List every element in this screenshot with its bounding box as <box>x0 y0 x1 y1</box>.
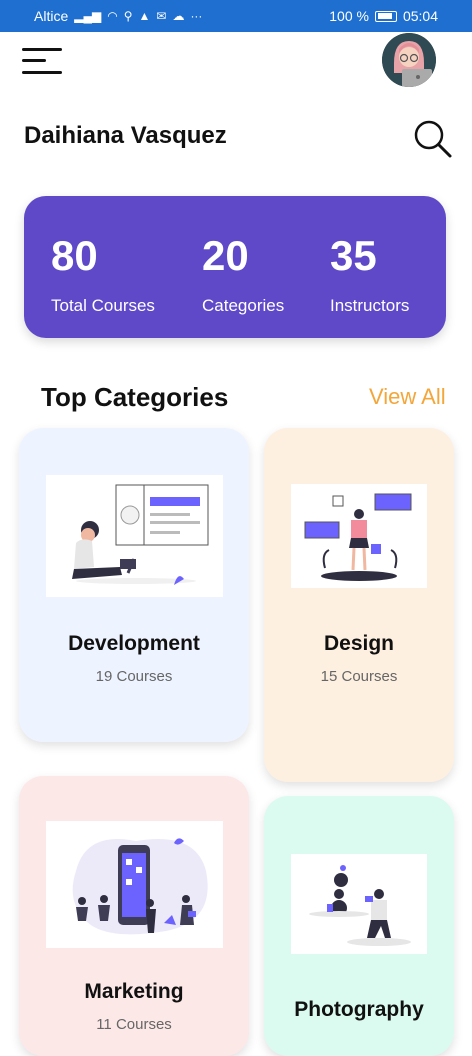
category-name: Development <box>68 632 200 655</box>
stat-label: Total Courses <box>51 296 155 315</box>
menu-icon-line <box>22 59 46 62</box>
category-course-count: 11 Courses <box>96 1016 172 1033</box>
category-course-count: 15 Courses <box>320 668 398 685</box>
carrier-name: Altice <box>34 8 69 24</box>
status-time: 05:04 <box>402 8 438 24</box>
avatar[interactable] <box>382 33 436 87</box>
stat-value: 80 <box>51 232 98 279</box>
battery-icon <box>374 10 397 22</box>
mail-icon: ✉ <box>156 9 167 23</box>
category-name: Design <box>323 632 394 655</box>
wifi-icon: ◠ <box>107 9 118 23</box>
stats-card: 80 Total Courses 20 Categories 35 Instru… <box>24 196 446 338</box>
section-title: Top Categories <box>41 382 229 412</box>
status-bar: Altice ▂▄▆ ◠ ⚲ ▲ ✉ ☁ ··· 100 % 05:04 <box>0 0 472 32</box>
photography-illustration <box>291 854 427 954</box>
development-illustration <box>46 475 223 597</box>
signal-icon: ▂▄▆ <box>74 9 102 23</box>
user-name: Daihiana Vasquez <box>24 122 227 149</box>
notification-icon: ▲ <box>138 9 151 23</box>
category-name: Photography <box>294 998 424 1021</box>
marketing-illustration <box>46 821 223 948</box>
category-card-photography[interactable]: Photography <box>264 796 454 1056</box>
view-all-link[interactable]: View All <box>369 384 446 410</box>
avatar-icon <box>382 33 436 87</box>
stat-value: 20 <box>202 232 249 279</box>
battery-percent: 100 % <box>329 8 369 24</box>
search-icon <box>414 120 452 158</box>
stat-label: Instructors <box>330 296 410 315</box>
category-card-design[interactable]: Design 15 Courses <box>264 428 454 782</box>
menu-icon-line <box>22 48 62 51</box>
stat-label: Categories <box>202 296 285 315</box>
category-card-marketing[interactable]: Marketing 11 Courses <box>19 776 249 1056</box>
menu-button[interactable] <box>22 46 64 78</box>
search-button[interactable] <box>410 116 454 160</box>
usb-icon: ⚲ <box>123 9 133 23</box>
design-illustration <box>291 484 427 588</box>
menu-icon-line <box>22 71 62 74</box>
app-icon: ☁ <box>172 9 185 23</box>
more-icon: ··· <box>190 9 203 23</box>
status-left: Altice ▂▄▆ ◠ ⚲ ▲ ✉ ☁ ··· <box>34 8 202 24</box>
category-card-development[interactable]: Development 19 Courses <box>19 428 249 742</box>
stat-value: 35 <box>330 232 377 279</box>
category-course-count: 19 Courses <box>95 668 173 685</box>
category-name: Marketing <box>84 980 184 1003</box>
status-right: 100 % 05:04 <box>329 8 438 24</box>
